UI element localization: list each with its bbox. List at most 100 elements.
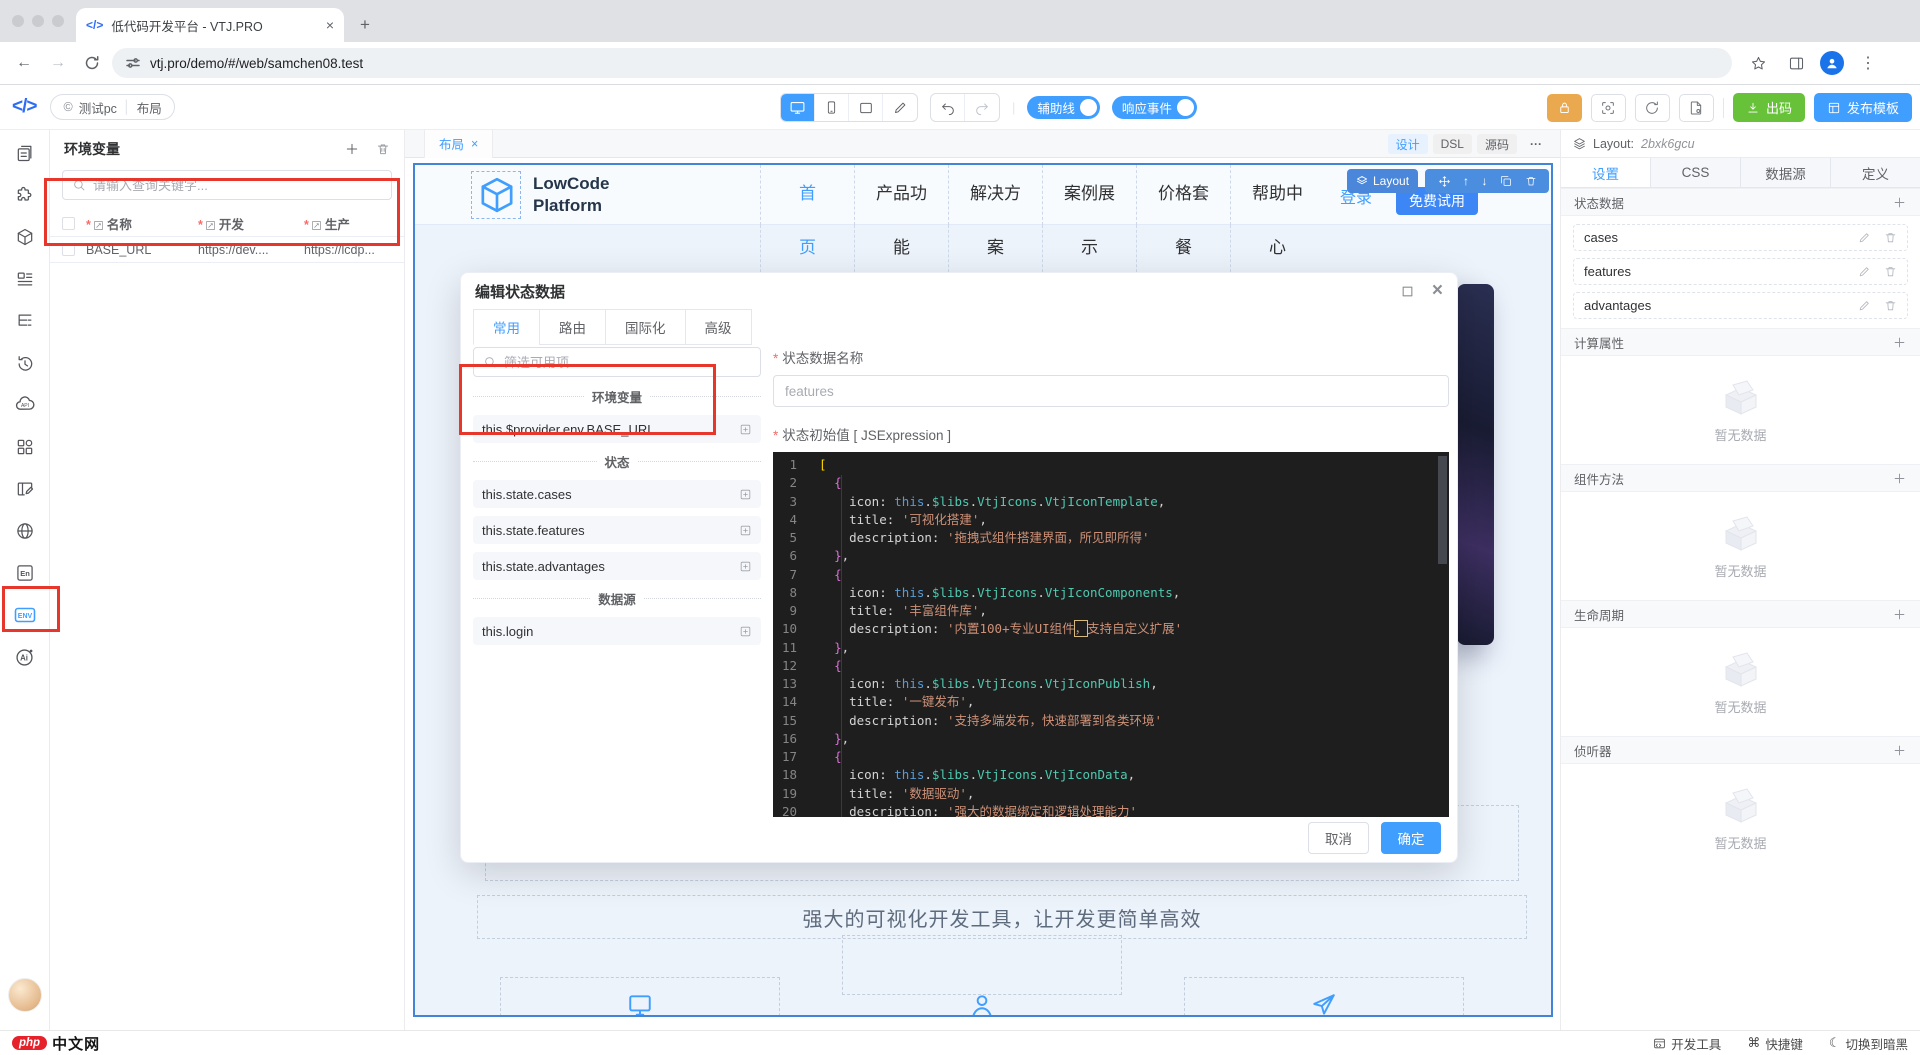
zoom-window-button[interactable] (52, 15, 64, 27)
undo-icon[interactable] (931, 94, 965, 121)
events-toggle[interactable]: 响应事件 (1112, 96, 1197, 119)
expression-option[interactable]: this.state.cases (473, 480, 761, 508)
insert-icon[interactable] (739, 625, 752, 638)
duplicate-icon[interactable] (1500, 175, 1512, 187)
editor-scrollbar[interactable] (1438, 456, 1447, 564)
feature-card[interactable] (500, 977, 780, 1017)
add-icon[interactable] (1892, 743, 1907, 758)
redo-icon[interactable] (965, 94, 999, 121)
insert-icon[interactable] (739, 423, 752, 436)
tab-close-icon[interactable]: × (326, 17, 334, 33)
add-icon[interactable] (1892, 471, 1907, 486)
publish-template-button[interactable]: 发布模板 (1814, 93, 1912, 122)
view-mode-3[interactable]: ··· (1522, 134, 1550, 154)
guides-toggle[interactable]: 辅助线 (1027, 96, 1100, 119)
cancel-button[interactable]: 取消 (1308, 822, 1369, 854)
view-mode-2[interactable]: 源码 (1477, 134, 1517, 154)
move-up-icon[interactable]: ↑ (1463, 174, 1469, 188)
settings-tab-定义[interactable]: 定义 (1831, 158, 1920, 187)
delete-node-icon[interactable] (1525, 175, 1537, 187)
add-icon[interactable] (1892, 335, 1907, 350)
reload-icon[interactable] (78, 49, 106, 77)
insert-icon[interactable] (739, 488, 752, 501)
state-item-features[interactable]: features (1573, 258, 1908, 285)
refresh-button[interactable] (1635, 94, 1670, 122)
headline-block[interactable]: 强大的可视化开发工具，让开发更简单高效 (477, 895, 1527, 939)
status-devtools[interactable]: 开发工具 (1653, 1034, 1721, 1053)
status-dark-mode[interactable]: ☾切换到暗黑 (1829, 1034, 1908, 1053)
select-all-checkbox[interactable] (62, 217, 75, 230)
filter-box[interactable] (473, 347, 761, 377)
forward-icon[interactable]: → (44, 49, 72, 77)
back-icon[interactable]: ← (10, 49, 38, 77)
preview-button[interactable] (1591, 94, 1626, 122)
rail-plugin-icon[interactable] (0, 174, 49, 216)
state-name-input[interactable] (773, 375, 1449, 407)
state-item-advantages[interactable]: advantages (1573, 292, 1908, 319)
device-desktop-button[interactable] (781, 94, 815, 121)
settings-tab-数据源[interactable]: 数据源 (1741, 158, 1831, 187)
delete-state-icon[interactable] (1884, 299, 1897, 312)
rail-lang-en-icon[interactable]: En (0, 552, 49, 594)
dialog-header[interactable]: 编辑状态数据 × (461, 273, 1457, 309)
dialog-tab-常用[interactable]: 常用 (473, 309, 540, 345)
rail-tree-icon[interactable] (0, 300, 49, 342)
env-table-row[interactable]: BASE_URLhttps://dev....https://lcdp... (50, 237, 404, 263)
settings-tab-设置[interactable]: 设置 (1561, 158, 1651, 187)
rail-history-icon[interactable] (0, 342, 49, 384)
insert-icon[interactable] (739, 524, 752, 537)
view-mode-1[interactable]: DSL (1433, 134, 1472, 154)
profile-avatar[interactable] (1820, 51, 1844, 75)
user-avatar[interactable] (8, 978, 42, 1012)
window-controls[interactable] (0, 0, 76, 42)
dialog-tab-高级[interactable]: 高级 (685, 309, 752, 345)
side-panel-icon[interactable] (1782, 49, 1810, 77)
rail-pages-icon[interactable] (0, 132, 49, 174)
edit-state-icon[interactable] (1858, 265, 1871, 278)
rail-api-icon[interactable]: API (0, 384, 49, 426)
expression-option[interactable]: this.state.advantages (473, 552, 761, 580)
rail-form-icon[interactable] (0, 468, 49, 510)
bookmark-star-icon[interactable] (1744, 49, 1772, 77)
add-state-icon[interactable] (1892, 195, 1907, 210)
rail-apps-icon[interactable] (0, 426, 49, 468)
delete-variable-icon[interactable] (376, 142, 390, 156)
insert-icon[interactable] (739, 560, 752, 573)
status-shortcuts[interactable]: ⌘快捷键 (1747, 1034, 1803, 1053)
nav-item-案例展示[interactable]: 案例展 (1042, 165, 1136, 225)
canvas-tab-close-icon[interactable]: × (471, 137, 478, 151)
free-draw-button[interactable] (883, 94, 917, 121)
state-item-cases[interactable]: cases (1573, 224, 1908, 251)
rail-env-icon[interactable]: ENV (0, 594, 49, 636)
browser-menu-icon[interactable]: ⋮ (1854, 49, 1882, 77)
device-phone-button[interactable] (815, 94, 849, 121)
selection-label-chip[interactable]: Layout (1347, 169, 1418, 193)
close-icon[interactable]: × (1432, 280, 1443, 302)
code-editor[interactable]: 1[2 {3 icon: this.$libs.VtjIcons.VtjIcon… (773, 452, 1449, 817)
drag-move-icon[interactable] (1438, 175, 1451, 188)
canvas-tab-layout[interactable]: 布局 × (424, 130, 493, 158)
edit-state-icon[interactable] (1858, 299, 1871, 312)
add-variable-icon[interactable] (344, 141, 360, 157)
rail-layout-icon[interactable] (0, 258, 49, 300)
dialog-tab-国际化[interactable]: 国际化 (605, 309, 686, 345)
url-field[interactable]: vtj.pro/demo/#/web/samchen08.test (112, 48, 1732, 78)
new-tab-button[interactable]: + (352, 12, 378, 38)
feature-card[interactable] (1184, 977, 1464, 1017)
rail-ai-icon[interactable]: Ai (0, 636, 49, 678)
nav-item-价格套餐[interactable]: 价格套 (1136, 165, 1230, 225)
delete-state-icon[interactable] (1884, 231, 1897, 244)
page-logo-icon[interactable] (477, 175, 517, 215)
env-search-input[interactable] (93, 178, 382, 193)
nav-item-首页[interactable]: 首 (760, 165, 854, 225)
settings-tab-CSS[interactable]: CSS (1651, 158, 1741, 187)
expression-option[interactable]: this.$provider.env.BASE_URL (473, 415, 761, 443)
nav-item-解决方案[interactable]: 解决方 (948, 165, 1042, 225)
row-checkbox[interactable] (62, 243, 75, 256)
confirm-button[interactable]: 确定 (1381, 822, 1441, 854)
env-search-box[interactable] (62, 170, 392, 200)
page-brand[interactable]: LowCode Platform (533, 173, 610, 217)
rail-blocks-icon[interactable] (0, 216, 49, 258)
site-info-icon[interactable] (126, 56, 140, 70)
lock-button[interactable] (1547, 94, 1582, 122)
